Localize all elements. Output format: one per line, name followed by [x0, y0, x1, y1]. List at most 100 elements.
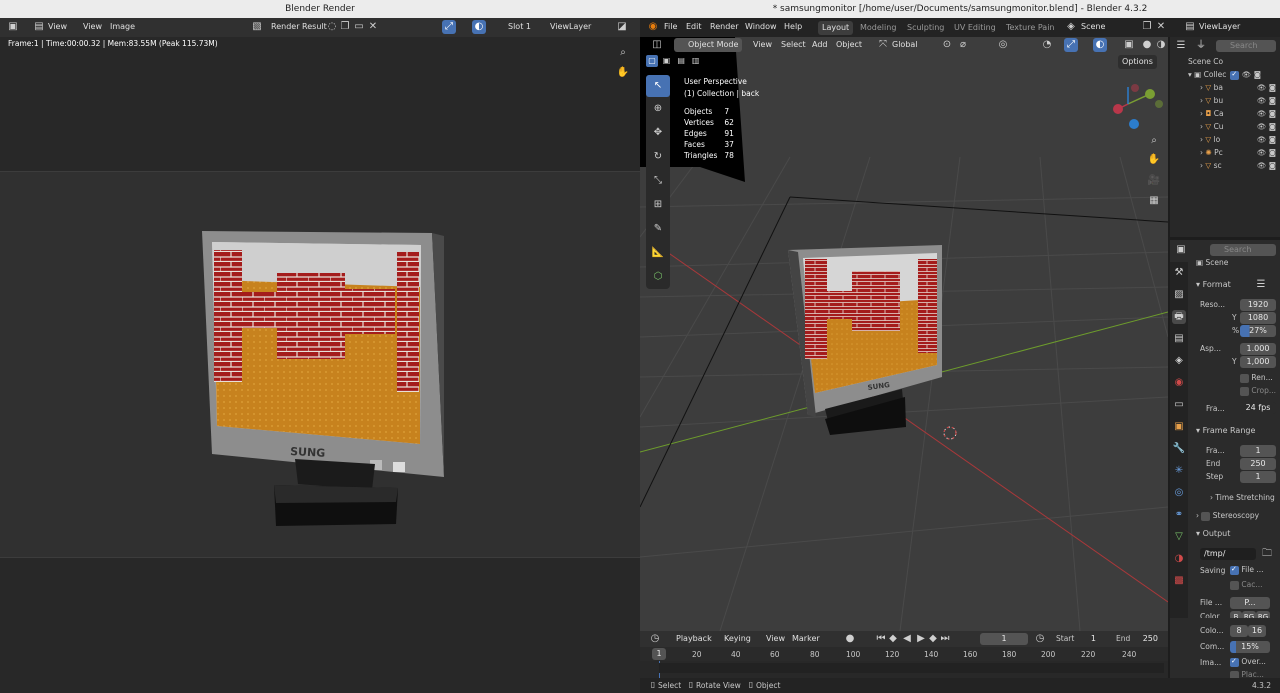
frame-rate-dropdown[interactable]: 24 fps [1240, 402, 1276, 414]
play-reverse-icon[interactable]: ◀ [900, 632, 914, 646]
eye-icon[interactable]: 👁 [1242, 70, 1252, 79]
outliner-item[interactable]: › ▽ bu 👁 ◙ [1200, 96, 1280, 105]
viewlayer-dropdown[interactable]: ViewLayer [546, 20, 595, 34]
render-menu-view-2[interactable]: View [79, 20, 106, 34]
render-region-checkbox[interactable] [1240, 373, 1249, 383]
scene-collection-row[interactable]: Scene Co [1188, 57, 1223, 66]
start-field[interactable]: 1 [1050, 633, 1100, 645]
eye-icon[interactable]: 👁 ◙ [1257, 122, 1276, 131]
end-field[interactable]: 250 [1110, 633, 1162, 645]
constraints-tab-icon[interactable]: ⚭ [1172, 508, 1186, 522]
menu-render[interactable]: Render [706, 20, 742, 34]
add-menu[interactable]: Add [808, 38, 832, 52]
outliner-item[interactable]: › ◘ Ca 👁 ◙ [1200, 109, 1280, 118]
tab-layout[interactable]: Layout [818, 21, 854, 35]
properties-search[interactable]: Search [1210, 244, 1276, 256]
gizmo-toggle-icon[interactable]: ⤢ [1064, 38, 1078, 52]
material-tab-icon[interactable]: ◑ [1172, 552, 1186, 566]
pan-view-icon[interactable]: ✋ [1147, 153, 1161, 167]
render-result-label[interactable]: Render Result [267, 20, 331, 34]
render-menu-image[interactable]: Image [106, 20, 139, 34]
cache-checkbox[interactable] [1230, 580, 1239, 590]
editor-type-icon-3d[interactable]: ◫ [650, 38, 664, 52]
eye-icon[interactable]: 👁 ◙ [1257, 135, 1276, 144]
open-icon[interactable]: ▭ [352, 20, 366, 34]
crop-checkbox[interactable] [1240, 386, 1249, 396]
timeline-ruler[interactable]: 1 20 40 60 80 100 120 140 160 180 200 22… [640, 647, 1168, 661]
scene-close-icon[interactable]: ✕ [1154, 20, 1168, 34]
filter-icon[interactable]: ⏚ [1194, 39, 1208, 53]
file-ext-checkbox[interactable] [1230, 565, 1239, 575]
select-subtract-icon[interactable]: ▤ [675, 55, 687, 67]
annotate-tool-icon[interactable]: ✎ [646, 217, 670, 241]
timeline-type-icon[interactable]: ◷ [648, 632, 662, 646]
format-panel-header[interactable]: ▾ Format [1196, 280, 1231, 289]
tab-texture-paint[interactable]: Texture Pain [1002, 21, 1059, 35]
render-region-row[interactable]: Ren... [1240, 373, 1273, 383]
current-frame-marker[interactable]: 1 [652, 648, 666, 660]
outliner-search[interactable]: Search [1216, 40, 1276, 52]
move-tool-icon[interactable]: ✥ [646, 121, 670, 145]
overwrite-row[interactable]: Over... [1230, 657, 1266, 667]
render-tab-icon[interactable]: ▨ [1172, 288, 1186, 302]
crop-row[interactable]: Crop... [1240, 386, 1276, 396]
depth-16-option[interactable]: 16 [1248, 625, 1266, 637]
image-icon[interactable]: ▧ [250, 20, 264, 34]
xray-icon[interactable]: ▣ [1122, 38, 1136, 52]
menu-edit[interactable]: Edit [682, 20, 706, 34]
outliner-item[interactable]: › ▽ lo 👁 ◙ [1200, 135, 1280, 144]
menu-help[interactable]: Help [780, 20, 806, 34]
eye-icon[interactable]: 👁 ◙ [1257, 161, 1276, 170]
view-layer-tab-icon[interactable]: ▤ [1172, 332, 1186, 346]
record-icon[interactable]: ● [843, 632, 857, 646]
playback-menu[interactable]: Playback [672, 632, 716, 646]
aspect-x-field[interactable]: 1.000 [1240, 343, 1276, 355]
compression-field[interactable]: 15% [1230, 641, 1270, 653]
outliner-item[interactable]: › ✺ Pc 👁 ◙ [1200, 148, 1280, 157]
particles-tab-icon[interactable]: ✳ [1172, 464, 1186, 478]
proportional-icon[interactable]: ◎ [996, 38, 1010, 52]
menu-file[interactable]: File [660, 20, 681, 34]
camera-view-icon[interactable]: 🎥 [1147, 174, 1161, 188]
select-menu[interactable]: Select [777, 38, 810, 52]
collection-row[interactable]: ▾ ▣ Collec 👁 ◙ [1188, 70, 1280, 80]
time-stretching-header[interactable]: › Time Stretching [1210, 493, 1275, 502]
jump-end-icon[interactable]: ⏭ [938, 632, 952, 646]
hand-icon[interactable]: ✋ [616, 66, 630, 80]
depth-8-option[interactable]: 8 [1230, 625, 1248, 637]
shield-icon[interactable]: ◌ [325, 20, 339, 34]
output-tab-icon[interactable]: 🖶 [1172, 310, 1186, 324]
render-menu-view-1[interactable]: View [44, 20, 71, 34]
keying-menu[interactable]: Keying [720, 632, 755, 646]
snap-icon[interactable]: ⌀ [956, 38, 970, 52]
navigation-gizmo[interactable] [1113, 84, 1163, 129]
menu-window[interactable]: Window [741, 20, 781, 34]
zoom-view-icon[interactable]: ⌕ [1147, 134, 1161, 148]
object-menu[interactable]: Object [832, 38, 866, 52]
tool-tab-icon[interactable]: ⚒ [1172, 266, 1186, 280]
frame-step-field[interactable]: 1 [1240, 471, 1276, 483]
modifier-tab-icon[interactable]: 🔧 [1172, 442, 1186, 456]
outliner-item[interactable]: › ▽ ba 👁 ◙ [1200, 83, 1280, 92]
res-pct-field[interactable]: 27% [1240, 325, 1276, 337]
stereoscopy-header[interactable]: › Stereoscopy [1196, 511, 1259, 521]
frame-end-field[interactable]: 250 [1240, 458, 1276, 470]
preset-list-icon[interactable]: ☰ [1254, 278, 1268, 292]
tab-uv-editing[interactable]: UV Editing [950, 21, 1000, 35]
camera-render-icon[interactable]: ◙ [1254, 70, 1261, 79]
aspect-y-field[interactable]: 1,000 [1240, 356, 1276, 368]
file-format-dropdown[interactable]: P... [1230, 597, 1270, 609]
zoom-icon[interactable]: ⌕ [616, 46, 630, 60]
close-icon[interactable]: ✕ [366, 20, 380, 34]
physics-tab-icon[interactable]: ◎ [1172, 486, 1186, 500]
display-icon[interactable]: ◪ [615, 20, 629, 34]
pivot-icon[interactable]: ⊙ [940, 38, 954, 52]
editor-type-icon[interactable]: ▣ [6, 20, 20, 34]
outliner-item[interactable]: › ▽ Cu 👁 ◙ [1200, 122, 1280, 131]
folder-icon[interactable]: 🗀 [1260, 547, 1274, 561]
overlay-toggle-icon[interactable]: ◐ [1093, 38, 1107, 52]
overwrite-checkbox[interactable] [1230, 657, 1239, 667]
eye-icon[interactable]: 👁 ◙ [1257, 148, 1276, 157]
viewport-3d[interactable]: SUNG ◫ Object Mode View Select Add Objec… [640, 37, 1168, 631]
res-x-field[interactable]: 1920 [1240, 299, 1276, 311]
